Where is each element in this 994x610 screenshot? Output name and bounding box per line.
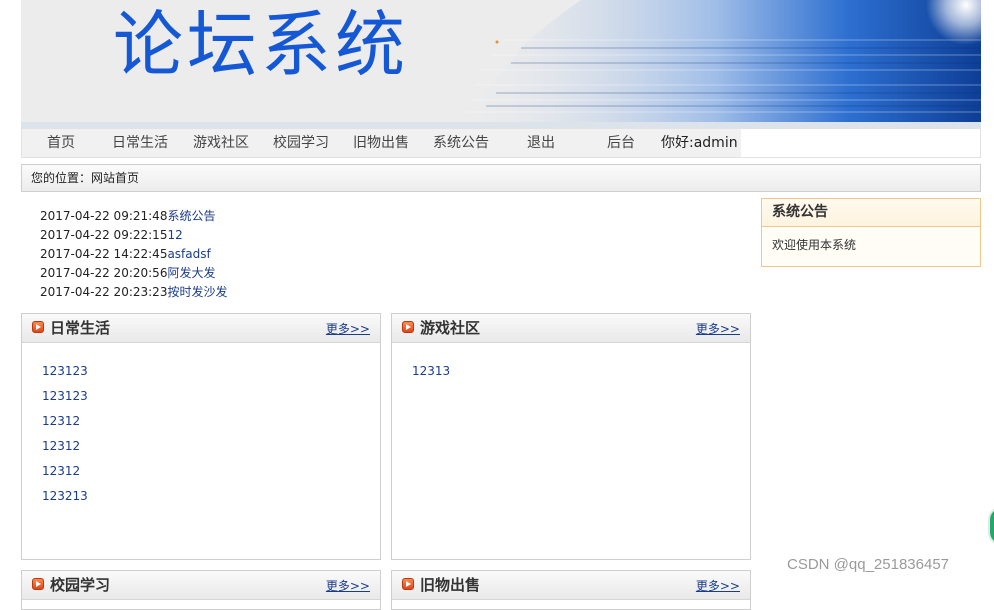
- announcement-box: 系统公告 欢迎使用本系统: [761, 198, 981, 267]
- arrow-bullet-icon: [402, 578, 414, 590]
- nav-item-announcements[interactable]: 系统公告: [433, 129, 489, 157]
- nav-item-logout[interactable]: 退出: [527, 129, 555, 157]
- post-time: 2017-04-22 20:23:23: [40, 285, 168, 299]
- more-link[interactable]: 更多>>: [326, 571, 370, 601]
- list-item[interactable]: 12312: [42, 412, 380, 437]
- post-link[interactable]: 系统公告: [167, 209, 215, 223]
- list-item[interactable]: 12313: [412, 362, 750, 387]
- panel-header: 日常生活 更多>>: [22, 314, 380, 343]
- panel-header: 游戏社区 更多>>: [392, 314, 750, 343]
- header-banner: 论坛系统: [21, 0, 981, 122]
- list-item[interactable]: 123213: [42, 487, 380, 512]
- recent-posts-list: 2017-04-22 09:21:48系统公告 2017-04-22 09:22…: [40, 207, 340, 302]
- panel-game-community: 游戏社区 更多>> 12313: [391, 313, 751, 560]
- post-time: 2017-04-22 09:22:15: [40, 228, 168, 242]
- panel-second-hand: 旧物出售 更多>>: [391, 570, 751, 610]
- nav-item-campus-study[interactable]: 校园学习: [273, 129, 329, 157]
- recent-post-row: 2017-04-22 20:23:23按时发沙发: [40, 283, 340, 302]
- arrow-bullet-icon: [402, 321, 414, 333]
- list-item[interactable]: 12312: [42, 437, 380, 462]
- recent-post-row: 2017-04-22 09:21:48系统公告: [40, 207, 340, 226]
- main-nav: 首页 日常生活 游戏社区 校园学习 旧物出售 系统公告 退出 后台 你好:adm…: [21, 128, 981, 158]
- site-title: 论坛系统: [113, 3, 409, 87]
- panel-list: 12313: [392, 343, 750, 387]
- panel-header: 旧物出售 更多>>: [392, 571, 750, 600]
- list-item[interactable]: 123123: [42, 387, 380, 412]
- nav-item-home[interactable]: 首页: [47, 129, 75, 157]
- nav-item-daily-life[interactable]: 日常生活: [112, 129, 168, 157]
- recent-post-row: 2017-04-22 09:22:1512: [40, 226, 340, 245]
- more-link[interactable]: 更多>>: [326, 314, 370, 344]
- arrow-bullet-icon: [32, 578, 44, 590]
- announcement-text: 欢迎使用本系统: [772, 238, 857, 252]
- nav-greeting: 你好:admin: [661, 135, 738, 151]
- more-link[interactable]: 更多>>: [696, 571, 740, 601]
- list-item[interactable]: 123123: [42, 362, 380, 387]
- nav-item-admin[interactable]: 后台: [607, 129, 635, 157]
- panel-title: 游戏社区: [420, 319, 481, 337]
- panel-daily-life: 日常生活 更多>> 123123 123123 12312 12312 1231…: [21, 313, 381, 560]
- panel-title: 旧物出售: [420, 576, 481, 594]
- post-link[interactable]: asfadsf: [167, 247, 210, 261]
- nav-item-second-hand[interactable]: 旧物出售: [353, 129, 409, 157]
- post-time: 2017-04-22 09:21:48: [40, 209, 168, 223]
- post-time: 2017-04-22 14:22:45: [40, 247, 168, 261]
- panel-title: 日常生活: [50, 319, 111, 337]
- panel-list: 123123 123123 12312 12312 12312 123213: [22, 343, 380, 512]
- floating-action-button[interactable]: [988, 506, 994, 546]
- post-link[interactable]: 阿发大发: [167, 266, 215, 280]
- nav-item-game-community[interactable]: 游戏社区: [193, 129, 249, 157]
- csdn-watermark: CSDN @qq_251836457: [787, 556, 950, 573]
- list-item[interactable]: 12312: [42, 462, 380, 487]
- recent-post-row: 2017-04-22 14:22:45asfadsf: [40, 245, 340, 264]
- breadcrumb: 您的位置：网站首页: [21, 164, 981, 192]
- panel-campus-study: 校园学习 更多>>: [21, 570, 381, 610]
- panel-title: 校园学习: [50, 576, 111, 594]
- panel-header: 校园学习 更多>>: [22, 571, 380, 600]
- more-link[interactable]: 更多>>: [696, 314, 740, 344]
- announcement-title: 系统公告: [762, 199, 980, 227]
- post-link[interactable]: 按时发沙发: [167, 285, 227, 299]
- arrow-bullet-icon: [32, 321, 44, 333]
- recent-post-row: 2017-04-22 20:20:56阿发大发: [40, 264, 340, 283]
- post-time: 2017-04-22 20:20:56: [40, 266, 168, 280]
- post-link[interactable]: 12: [167, 228, 182, 242]
